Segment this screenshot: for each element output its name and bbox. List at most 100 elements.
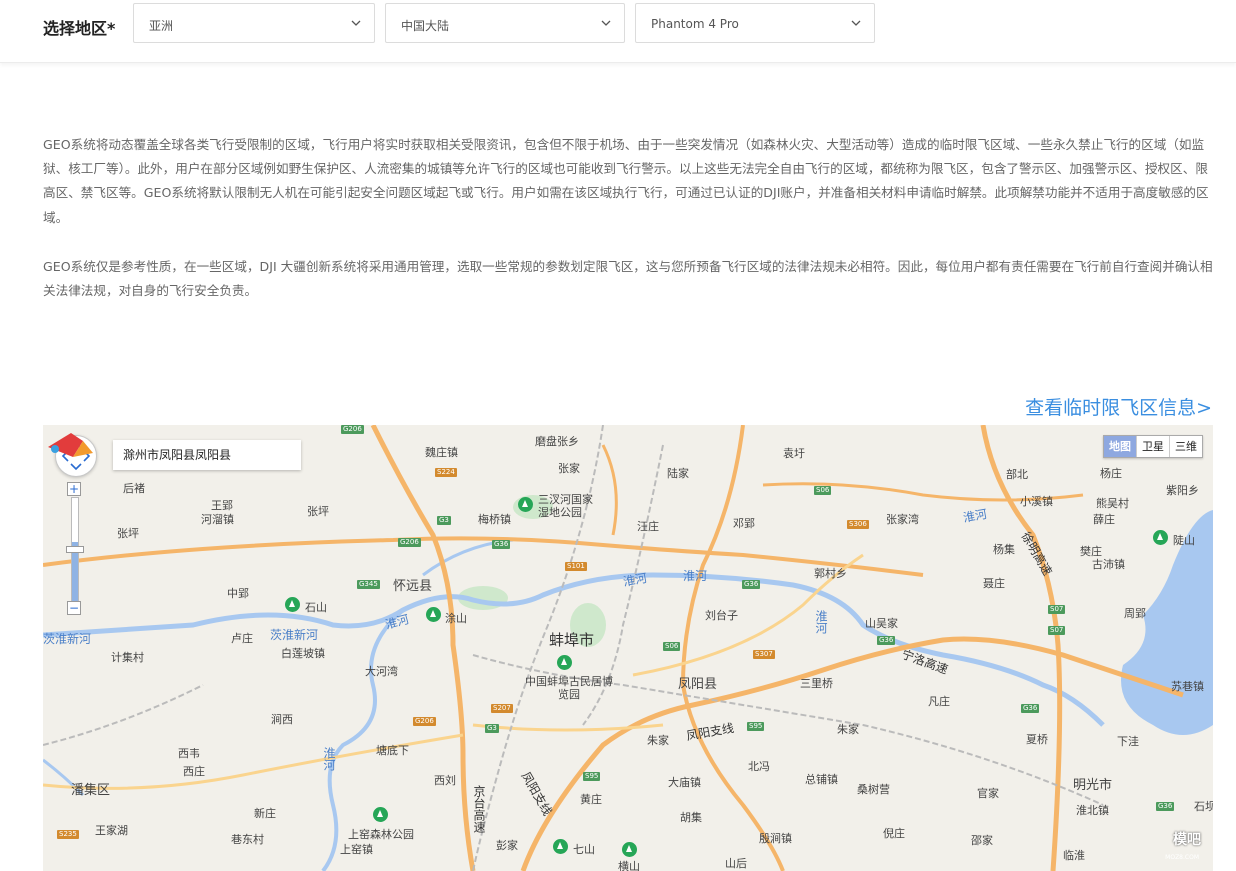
temp-nofly-link[interactable]: 查看临时限飞区信息> bbox=[1025, 393, 1212, 420]
map-label: 桑树营 bbox=[857, 783, 890, 796]
map-label: 中国蚌埠古民居博览园 bbox=[525, 675, 613, 701]
road-shield: G36 bbox=[742, 580, 761, 589]
aircraft-select-value: Phantom 4 Pro bbox=[651, 17, 739, 31]
map-label: 石坝 bbox=[1194, 800, 1213, 813]
park-poi-icon[interactable] bbox=[1153, 530, 1168, 545]
road-shield: S235 bbox=[57, 830, 79, 839]
road-shield: S95 bbox=[583, 772, 601, 781]
map-label: 后褚 bbox=[123, 482, 145, 495]
map-label: 塘底下 bbox=[376, 744, 409, 757]
map-label: 淮河 bbox=[322, 747, 336, 771]
map-label: 小溪镇 bbox=[1020, 495, 1053, 508]
map-label: 临淮 bbox=[1063, 849, 1085, 862]
zoom-out-button[interactable]: − bbox=[67, 601, 81, 615]
watermark-sub: MOZ8.COM bbox=[1165, 854, 1199, 861]
map-label: 张坪 bbox=[117, 527, 139, 540]
region-label: 选择地区* bbox=[43, 19, 116, 38]
map-label: 淮河 bbox=[814, 610, 828, 634]
map-label: 朱家 bbox=[837, 723, 859, 736]
map-label: 山后 bbox=[725, 857, 747, 870]
park-poi-icon[interactable] bbox=[285, 597, 300, 612]
map-label: 淮河 bbox=[683, 569, 708, 583]
map-label: 魏庄镇 bbox=[425, 446, 458, 459]
map-label: 郭村乡 bbox=[814, 567, 847, 580]
chevron-down-icon bbox=[351, 20, 361, 26]
road-shield: G206 bbox=[413, 717, 436, 726]
map-label: 部北 bbox=[1006, 468, 1028, 481]
road-shield: S224 bbox=[435, 468, 457, 477]
map-label: 聂庄 bbox=[983, 577, 1005, 590]
map-label: 山吴家 bbox=[865, 617, 898, 630]
map-label: 熊吴村 bbox=[1096, 497, 1129, 510]
map-label: 凤阳县 bbox=[678, 677, 718, 692]
road-shield: S207 bbox=[491, 704, 513, 713]
map-label: 胡集 bbox=[680, 811, 702, 824]
map-label: 陡山 bbox=[1173, 534, 1195, 547]
road-shield: S07 bbox=[1048, 605, 1066, 614]
chevron-down-icon bbox=[851, 20, 861, 26]
map-label: 大河湾 bbox=[365, 665, 398, 678]
road-shield: S101 bbox=[565, 562, 587, 571]
map-label: 北冯 bbox=[748, 760, 770, 773]
map-type-satellite[interactable]: 卫星 bbox=[1136, 436, 1169, 457]
map-label: 上窑镇 bbox=[340, 843, 373, 856]
park-poi-icon[interactable] bbox=[518, 497, 533, 512]
map-label: 邵家 bbox=[971, 834, 993, 847]
map-label: 官家 bbox=[977, 787, 999, 800]
park-poi-icon[interactable] bbox=[426, 607, 441, 622]
map-label: 西刘 bbox=[434, 774, 456, 787]
park-poi-icon[interactable] bbox=[622, 842, 637, 857]
map-label: 三里桥 bbox=[800, 677, 833, 690]
map-label: 中郢 bbox=[227, 587, 249, 600]
map-label: 京台高速 bbox=[472, 785, 486, 833]
intro-paragraph-1: GEO系统将动态覆盖全球各类飞行受限制的区域，飞行用户将实时获取相关受限资讯，包… bbox=[43, 137, 1209, 225]
map-label: 上窑森林公园 bbox=[348, 828, 414, 841]
map-label: 殷涧镇 bbox=[759, 832, 792, 845]
road-shield: S07 bbox=[1048, 626, 1066, 635]
park-poi-icon[interactable] bbox=[553, 839, 568, 854]
zoom-in-button[interactable]: + bbox=[67, 482, 81, 496]
location-readout: 滁州市凤阳县凤阳县 bbox=[113, 440, 301, 470]
country-select[interactable]: 中国大陆 bbox=[385, 3, 625, 43]
map-label: 卢庄 bbox=[231, 632, 253, 645]
map-label: 西庄 bbox=[183, 765, 205, 778]
map-label: 周郢 bbox=[1124, 607, 1146, 620]
map-label: 朱家 bbox=[647, 734, 669, 747]
park-poi-icon[interactable] bbox=[557, 655, 572, 670]
park-poi-icon[interactable] bbox=[373, 807, 388, 822]
map-label: 汪庄 bbox=[637, 520, 659, 533]
map-label: 西韦 bbox=[178, 747, 200, 760]
map-label: 巷东村 bbox=[231, 833, 264, 846]
road-shield: G3 bbox=[485, 724, 499, 733]
road-shield: S95 bbox=[747, 722, 765, 731]
map-type-map[interactable]: 地图 bbox=[1104, 436, 1136, 457]
road-shield: G206 bbox=[341, 425, 364, 434]
map-label: 新庄 bbox=[254, 807, 276, 820]
road-shield: G36 bbox=[1156, 802, 1175, 811]
aircraft-select[interactable]: Phantom 4 Pro bbox=[635, 3, 875, 43]
road-shield: S306 bbox=[847, 520, 869, 529]
map-label: 梅桥镇 bbox=[478, 513, 511, 526]
map-label: 石山 bbox=[305, 601, 327, 614]
map-label: 明光市 bbox=[1073, 778, 1113, 793]
continent-select[interactable]: 亚洲 bbox=[133, 3, 375, 43]
map-label: 夏桥 bbox=[1026, 733, 1048, 746]
map-label: 七山 bbox=[573, 843, 595, 856]
map-view[interactable]: + − 滁州市凤阳县凤阳县 地图 卫星 三维 蚌埠市 怀远县 凤阳县 明光市 潘… bbox=[43, 425, 1213, 871]
map-label: 计集村 bbox=[111, 651, 144, 664]
zoom-slider-thumb[interactable] bbox=[66, 546, 84, 553]
map-label: 袁圩 bbox=[783, 447, 805, 460]
map-type-3d[interactable]: 三维 bbox=[1169, 436, 1202, 457]
continent-select-value: 亚洲 bbox=[149, 19, 174, 33]
road-shield: G3 bbox=[437, 516, 451, 525]
map-label: 涂山 bbox=[445, 612, 467, 625]
map-label: 王家湖 bbox=[95, 824, 128, 837]
watermark-text: 模吧 bbox=[1173, 832, 1201, 848]
map-label: 苏巷镇 bbox=[1171, 680, 1204, 693]
road-shield: G36 bbox=[877, 636, 896, 645]
map-label: 涧西 bbox=[271, 713, 293, 726]
road-shield: G345 bbox=[357, 580, 380, 589]
map-label: 淮北镇 bbox=[1076, 804, 1109, 817]
map-label: 怀远县 bbox=[393, 579, 433, 594]
map-label: 凡庄 bbox=[928, 695, 950, 708]
